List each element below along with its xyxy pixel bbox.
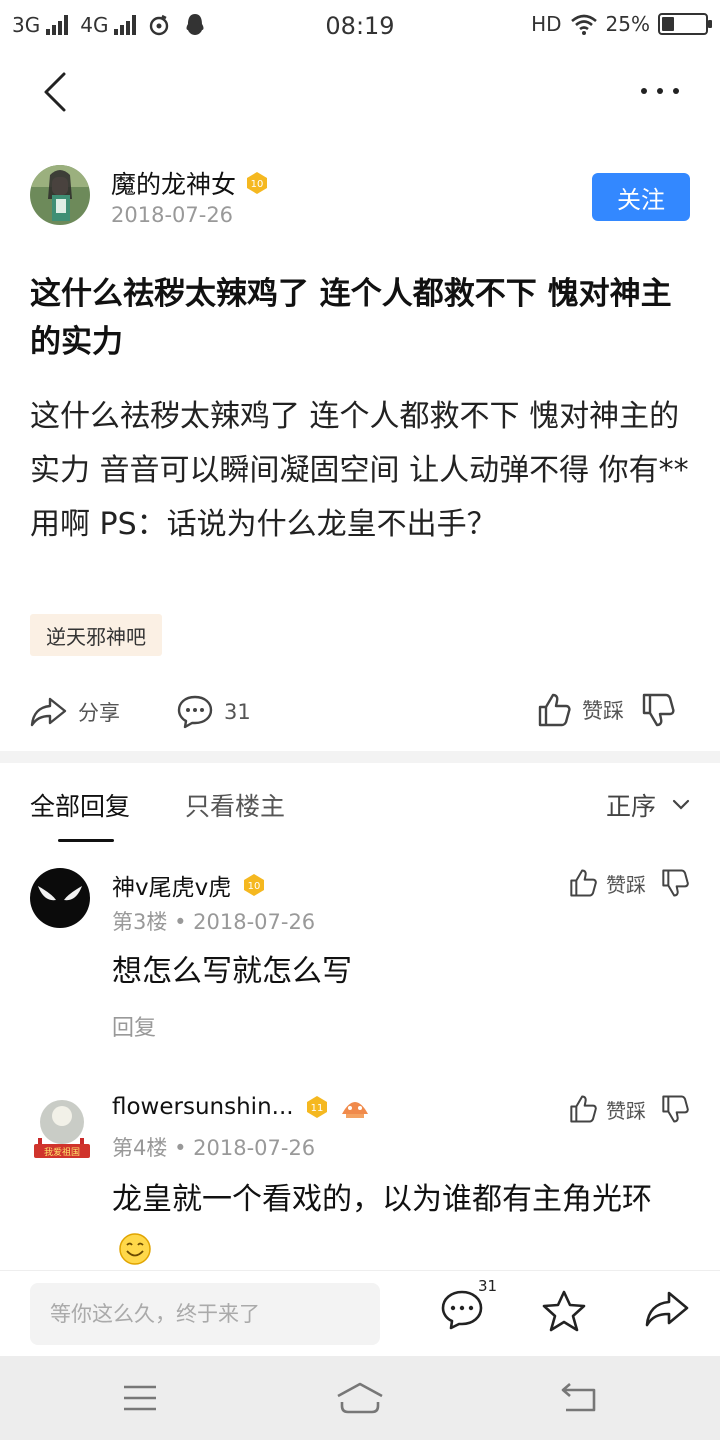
- avatar-banner-text: 我爱祖国: [44, 1146, 80, 1158]
- comment-button[interactable]: 31: [176, 694, 251, 730]
- comment-icon[interactable]: [440, 1289, 484, 1331]
- battery-percent: 25%: [605, 12, 650, 36]
- level-text: 10: [251, 179, 264, 190]
- thumbs-up-icon[interactable]: [568, 868, 598, 898]
- signal-group: 3G 4G: [12, 13, 206, 37]
- reply-button[interactable]: 回复: [112, 1010, 156, 1042]
- share-icon[interactable]: [644, 1289, 690, 1329]
- author-name-row: 魔的龙神女 10: [111, 165, 270, 201]
- fan-badge-icon: [341, 1102, 368, 1118]
- vote-label: 赞踩: [606, 872, 646, 897]
- author-name[interactable]: 魔的龙神女: [111, 165, 236, 201]
- vote-label: 赞踩: [606, 1098, 646, 1123]
- follow-button[interactable]: 关注: [592, 173, 690, 221]
- return-icon[interactable]: [560, 1382, 600, 1414]
- wifi-icon: [570, 14, 597, 35]
- sim1-type: 3G: [12, 13, 41, 37]
- meta-dot: •: [174, 910, 194, 934]
- reply-date: 2018-07-26: [193, 1136, 316, 1160]
- level-badge-icon: 11: [306, 1096, 327, 1118]
- reply-tabs: 全部回复 只看楼主 正序: [0, 763, 720, 843]
- reply-author[interactable]: 神v尾虎v虎: [112, 868, 231, 902]
- reply-text: 龙皇就一个看戏的，以为谁都有主角光环: [112, 1182, 652, 1217]
- status-bar: 3G 4G 08:19 HD 25%: [0, 0, 720, 50]
- bottom-action-bar: 31: [0, 1270, 720, 1356]
- reply-vote-group: 赞踩: [568, 1094, 690, 1124]
- signal-icon: [114, 15, 137, 35]
- vote-group: 赞踩: [536, 692, 676, 728]
- tab-all-replies[interactable]: 全部回复: [30, 787, 130, 823]
- thumbs-down-icon[interactable]: [660, 1094, 690, 1124]
- back-icon[interactable]: [36, 70, 76, 114]
- reply-date: 2018-07-26: [193, 910, 316, 934]
- level-text: 10: [248, 881, 261, 892]
- signal-icon: [46, 15, 69, 35]
- reply-item: 我爱祖国 flowersunshin... 11 第4楼 • 2018-07-2…: [30, 1094, 690, 1270]
- smile-emoji-icon: [119, 1232, 151, 1265]
- hd-indicator: HD: [531, 12, 562, 36]
- reply-text-wrap: 龙皇就一个看戏的，以为谁都有主角光环: [112, 1176, 690, 1272]
- comment-input[interactable]: [30, 1283, 380, 1345]
- share-button[interactable]: 分享: [30, 696, 120, 728]
- sync-icon: [150, 14, 169, 36]
- reply-floor: 第3楼: [112, 910, 168, 934]
- star-icon[interactable]: [541, 1289, 587, 1333]
- more-icon[interactable]: [636, 76, 684, 106]
- thumbs-up-icon[interactable]: [568, 1094, 598, 1124]
- sort-label: 正序: [605, 792, 656, 821]
- author-avatar[interactable]: [30, 165, 90, 225]
- forum-tag[interactable]: 逆天邪神吧: [30, 614, 162, 656]
- level-badge-icon: 10: [244, 874, 265, 896]
- reply-avatar[interactable]: [30, 868, 90, 928]
- comment-icon: [177, 695, 213, 729]
- post-actions: 分享 31 赞踩: [0, 690, 720, 738]
- post-author: 魔的龙神女 10 2018-07-26 关注: [30, 165, 690, 229]
- sort-dropdown[interactable]: 正序: [606, 787, 690, 823]
- reply-meta: 第4楼 • 2018-07-26: [112, 1132, 315, 1162]
- battery-level: [662, 17, 674, 31]
- reply-text: 想怎么写就怎么写: [112, 954, 352, 989]
- reply-item: 神v尾虎v虎 10 第3楼 • 2018-07-26 赞踩 想怎么写就怎么写 回…: [30, 868, 690, 1048]
- home-icon[interactable]: [336, 1382, 384, 1414]
- reply-avatar[interactable]: 我爱祖国: [30, 1094, 90, 1158]
- vote-label: 赞踩: [582, 699, 624, 723]
- tab-op-only[interactable]: 只看楼主: [185, 787, 285, 823]
- meta-dot: •: [174, 1136, 194, 1160]
- reply-floor: 第4楼: [112, 1136, 168, 1160]
- post-body: 这什么祛秽太辣鸡了 连个人都救不下 愧对神主的实力 音音可以瞬间凝固空间 让人动…: [30, 399, 689, 542]
- sim2-type: 4G: [80, 13, 109, 37]
- active-tab-indicator: [58, 839, 114, 842]
- status-right: HD 25%: [531, 12, 712, 36]
- reply-author[interactable]: flowersunshin...: [112, 1094, 294, 1120]
- share-label: 分享: [78, 701, 120, 725]
- post-title: 这什么祛秽太辣鸡了 连个人都救不下 愧对神主的实力: [30, 276, 672, 360]
- thumbs-down-icon[interactable]: [640, 692, 676, 728]
- level-badge: 10: [244, 170, 270, 196]
- thumbs-down-icon[interactable]: [660, 868, 690, 898]
- section-divider: [0, 751, 720, 763]
- post-date: 2018-07-26: [111, 203, 234, 227]
- chevron-down-icon: [672, 799, 690, 810]
- reply-author-row: flowersunshin... 11: [112, 1094, 370, 1120]
- reply-meta: 第3楼 • 2018-07-26: [112, 906, 315, 936]
- top-nav: [0, 50, 720, 134]
- level-text: 11: [310, 1103, 323, 1114]
- qq-icon: [186, 14, 204, 35]
- comment-count: 31: [224, 700, 251, 724]
- thumbs-up-icon[interactable]: [536, 692, 572, 728]
- share-icon: [30, 697, 67, 727]
- battery-icon: [658, 13, 712, 35]
- comment-count-badge: 31: [478, 1277, 498, 1295]
- reply-author-row: 神v尾虎v虎 10: [112, 868, 267, 902]
- menu-icon[interactable]: [122, 1384, 158, 1412]
- reply-vote-group: 赞踩: [568, 868, 690, 898]
- system-nav-bar: [0, 1356, 720, 1440]
